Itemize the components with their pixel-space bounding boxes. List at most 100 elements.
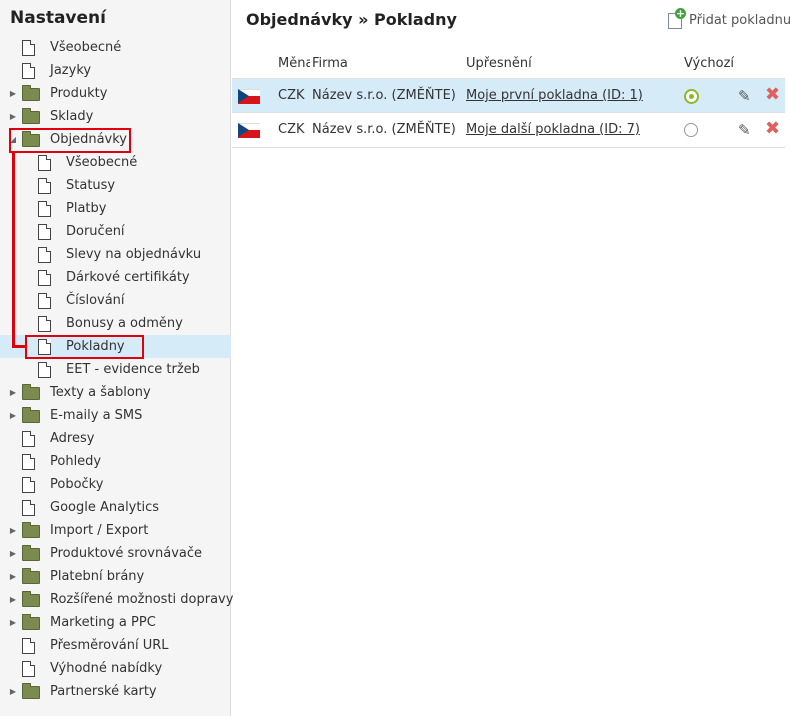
expand-arrow-icon[interactable]: ▶ bbox=[9, 404, 17, 427]
page-icon bbox=[22, 63, 35, 79]
sidebar-item[interactable]: ▶ E-maily a SMS bbox=[0, 404, 231, 427]
page-icon bbox=[22, 638, 35, 654]
page-icon bbox=[22, 500, 35, 516]
sidebar-item-label: Pohledy bbox=[50, 454, 102, 469]
expand-arrow-icon[interactable]: ▶ bbox=[9, 680, 17, 703]
sidebar-item[interactable]: Všeobecné bbox=[0, 151, 231, 174]
sidebar-item[interactable]: Google Analytics bbox=[0, 496, 231, 519]
add-cashbox-label: Přidat pokladnu bbox=[689, 13, 790, 28]
delete-x-icon[interactable]: ✖ bbox=[765, 118, 780, 139]
page-icon bbox=[22, 454, 35, 470]
sidebar-item[interactable]: EET - evidence tržeb bbox=[0, 358, 231, 381]
sidebar-item[interactable]: ▶ Texty a šablony bbox=[0, 381, 231, 404]
sidebar-item-label: Rozšířené možnosti dopravy bbox=[50, 592, 234, 607]
sidebar-item-label: EET - evidence tržeb bbox=[66, 362, 200, 377]
folder-icon bbox=[22, 683, 40, 699]
sidebar-item-label: Bonusy a odměny bbox=[66, 316, 183, 331]
page-icon bbox=[38, 224, 51, 240]
sidebar-item[interactable]: Pohledy bbox=[0, 450, 231, 473]
folder-icon bbox=[22, 591, 40, 607]
column-header-company[interactable]: Firma bbox=[312, 56, 348, 71]
page-icon bbox=[22, 477, 35, 493]
sidebar-item[interactable]: ▶ Partnerské karty bbox=[0, 680, 231, 703]
sidebar-item[interactable]: ▶ Produkty bbox=[0, 82, 231, 105]
sidebar-item[interactable]: ▶ Marketing a PPC bbox=[0, 611, 231, 634]
row-company: Název s.r.o. (ZMĚŇTE) bbox=[312, 88, 456, 103]
row-detail-link[interactable]: Moje první pokladna (ID: 1) bbox=[466, 79, 643, 114]
column-header-detail[interactable]: Upřesnění bbox=[466, 56, 532, 71]
expand-arrow-icon[interactable]: ▶ bbox=[9, 611, 17, 634]
sidebar-item-label: Adresy bbox=[50, 431, 95, 446]
folder-icon bbox=[22, 614, 40, 630]
sidebar-item[interactable]: Jazyky bbox=[0, 59, 231, 82]
sidebar-item[interactable]: Slevy na objednávku bbox=[0, 243, 231, 266]
sidebar-item[interactable]: Statusy bbox=[0, 174, 231, 197]
sidebar-item[interactable]: Číslování bbox=[0, 289, 231, 312]
sidebar-item-label: Výhodné nabídky bbox=[50, 661, 163, 676]
delete-x-icon[interactable]: ✖ bbox=[765, 84, 780, 105]
sidebar-item-label: Statusy bbox=[66, 178, 116, 193]
sidebar-title: Nastavení bbox=[10, 8, 106, 28]
row-currency: CZK bbox=[278, 88, 305, 103]
edit-pencil-icon[interactable]: ✎ bbox=[738, 87, 751, 105]
page-icon bbox=[38, 247, 51, 263]
sidebar-item-label: Všeobecné bbox=[50, 40, 122, 55]
sidebar-item[interactable]: Výhodné nabídky bbox=[0, 657, 231, 680]
sidebar-item-label: Partnerské karty bbox=[50, 684, 157, 699]
default-radio-unselected[interactable] bbox=[684, 123, 698, 137]
sidebar-item-label: Platební brány bbox=[50, 569, 145, 584]
sidebar-item-label: Import / Export bbox=[50, 523, 149, 538]
page-icon bbox=[22, 661, 35, 677]
sidebar-item[interactable]: ▶ Platební brány bbox=[0, 565, 231, 588]
column-header-currency[interactable]: Měna bbox=[278, 56, 310, 71]
folder-icon bbox=[22, 85, 40, 101]
folder-icon bbox=[22, 384, 40, 400]
folder-icon bbox=[22, 545, 40, 561]
sidebar-item-label: E-maily a SMS bbox=[50, 408, 143, 423]
page-icon bbox=[38, 155, 51, 171]
folder-icon bbox=[22, 568, 40, 584]
sidebar-item-label: Platby bbox=[66, 201, 107, 216]
sidebar-item[interactable]: ▶ Produktové srovnávače bbox=[0, 542, 231, 565]
expand-arrow-icon[interactable]: ▶ bbox=[9, 565, 17, 588]
table-row[interactable]: CZK Název s.r.o. (ZMĚŇTE) Moje další pok… bbox=[232, 113, 785, 148]
sidebar-item-label: Číslování bbox=[66, 293, 125, 308]
sidebar-item-label: Slevy na objednávku bbox=[66, 247, 202, 262]
default-radio-selected[interactable] bbox=[684, 89, 699, 104]
sidebar-item[interactable]: Adresy bbox=[0, 427, 231, 450]
sidebar-item[interactable]: Dárkové certifikáty bbox=[0, 266, 231, 289]
page-title: Objednávky » Pokladny bbox=[246, 10, 457, 29]
sidebar-item[interactable]: Pobočky bbox=[0, 473, 231, 496]
sidebar-item[interactable]: ▶ Import / Export bbox=[0, 519, 231, 542]
sidebar-item-label: Pobočky bbox=[50, 477, 104, 492]
highlight-pokladny bbox=[25, 335, 144, 359]
expand-arrow-icon[interactable]: ▶ bbox=[9, 588, 17, 611]
edit-pencil-icon[interactable]: ✎ bbox=[738, 121, 751, 139]
sidebar-item-label: Google Analytics bbox=[50, 500, 160, 515]
sidebar-item[interactable]: Bonusy a odměny bbox=[0, 312, 231, 335]
row-currency: CZK bbox=[278, 122, 305, 137]
sidebar-item-label: Marketing a PPC bbox=[50, 615, 156, 630]
sidebar-item[interactable]: ▶ Rozšířené možnosti dopravy bbox=[0, 588, 234, 611]
add-document-icon bbox=[668, 8, 686, 29]
sidebar-item[interactable]: Všeobecné bbox=[0, 36, 231, 59]
page-icon bbox=[38, 316, 51, 332]
folder-icon bbox=[22, 522, 40, 538]
sidebar-item[interactable]: Přesměrování URL bbox=[0, 634, 231, 657]
column-header-default[interactable]: Výchozí bbox=[684, 56, 734, 71]
sidebar-item[interactable]: Doručení bbox=[0, 220, 231, 243]
sidebar-item[interactable]: Platby bbox=[0, 197, 231, 220]
sidebar-item-label: Sklady bbox=[50, 109, 94, 124]
page-icon bbox=[22, 40, 35, 56]
sidebar-item[interactable]: ▶ Sklady bbox=[0, 105, 231, 128]
sidebar-item-label: Jazyky bbox=[50, 63, 92, 78]
expand-arrow-icon[interactable]: ▶ bbox=[9, 105, 17, 128]
expand-arrow-icon[interactable]: ▶ bbox=[9, 542, 17, 565]
row-detail-link[interactable]: Moje další pokladna (ID: 7) bbox=[466, 113, 640, 148]
highlight-connector-vertical bbox=[12, 151, 15, 347]
table-row[interactable]: CZK Název s.r.o. (ZMĚŇTE) Moje první pok… bbox=[232, 78, 785, 113]
expand-arrow-icon[interactable]: ▶ bbox=[9, 82, 17, 105]
expand-arrow-icon[interactable]: ▶ bbox=[9, 519, 17, 542]
sidebar-item-label: Texty a šablony bbox=[50, 385, 151, 400]
expand-arrow-icon[interactable]: ▶ bbox=[9, 381, 17, 404]
